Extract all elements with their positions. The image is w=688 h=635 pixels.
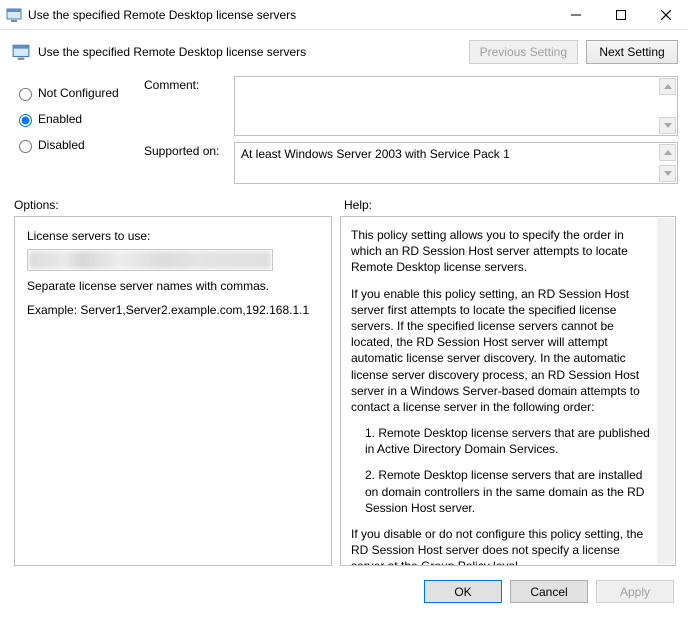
options-heading: Options: xyxy=(14,198,344,212)
previous-setting-button: Previous Setting xyxy=(469,40,578,64)
supported-scroll-down[interactable] xyxy=(659,165,676,182)
radio-enabled[interactable]: Enabled xyxy=(14,106,134,132)
help-li2: 2. Remote Desktop license servers that a… xyxy=(351,467,653,516)
radio-disabled-input[interactable] xyxy=(19,140,32,153)
section-labels: Options: Help: xyxy=(0,188,688,216)
titlebar: Use the specified Remote Desktop license… xyxy=(0,0,688,30)
radio-not-configured-input[interactable] xyxy=(19,88,32,101)
button-bar: OK Cancel Apply xyxy=(0,574,688,613)
help-heading: Help: xyxy=(344,198,676,212)
page-title: Use the specified Remote Desktop license… xyxy=(38,45,461,59)
help-p2: If you enable this policy setting, an RD… xyxy=(351,286,653,416)
comment-scroll-up[interactable] xyxy=(659,78,676,95)
settings-area: Not Configured Enabled Disabled Comment:… xyxy=(0,72,688,188)
close-button[interactable] xyxy=(643,0,688,29)
window-title: Use the specified Remote Desktop license… xyxy=(28,8,553,22)
fields-column: Comment: Supported on: At least Windows … xyxy=(144,76,678,184)
header-row: Use the specified Remote Desktop license… xyxy=(0,30,688,72)
license-servers-label: License servers to use: xyxy=(27,229,319,243)
panes: License servers to use: Separate license… xyxy=(0,216,688,574)
comment-row: Comment: xyxy=(144,76,678,136)
options-note-1: Separate license server names with comma… xyxy=(27,279,319,293)
radio-not-configured-label: Not Configured xyxy=(38,86,119,100)
ok-button[interactable]: OK xyxy=(424,580,502,603)
next-setting-button[interactable]: Next Setting xyxy=(586,40,678,64)
help-li1: 1. Remote Desktop license servers that a… xyxy=(351,425,653,457)
help-text: This policy setting allows you to specif… xyxy=(351,227,653,566)
options-note-2: Example: Server1,Server2.example.com,192… xyxy=(27,303,319,317)
radio-disabled-label: Disabled xyxy=(38,138,85,152)
radio-not-configured[interactable]: Not Configured xyxy=(14,80,134,106)
comment-textbox[interactable] xyxy=(234,76,678,136)
apply-button: Apply xyxy=(596,580,674,603)
help-p3: If you disable or do not configure this … xyxy=(351,526,653,566)
comment-scroll-down[interactable] xyxy=(659,117,676,134)
comment-value xyxy=(235,75,243,93)
cancel-button[interactable]: Cancel xyxy=(510,580,588,603)
comment-label: Comment: xyxy=(144,76,234,136)
license-servers-input[interactable] xyxy=(27,249,273,271)
minimize-button[interactable] xyxy=(553,0,598,29)
supported-scroll-up[interactable] xyxy=(659,144,676,161)
help-pane: This policy setting allows you to specif… xyxy=(340,216,676,566)
supported-label: Supported on: xyxy=(144,142,234,184)
radio-enabled-label: Enabled xyxy=(38,112,82,126)
supported-row: Supported on: At least Windows Server 20… xyxy=(144,142,678,184)
supported-value: At least Windows Server 2003 with Servic… xyxy=(241,147,510,161)
radio-enabled-input[interactable] xyxy=(19,114,32,127)
state-radio-group: Not Configured Enabled Disabled xyxy=(14,76,134,184)
policy-icon xyxy=(6,7,22,23)
help-p1: This policy setting allows you to specif… xyxy=(351,227,653,276)
supported-textbox: At least Windows Server 2003 with Servic… xyxy=(234,142,678,184)
help-scrollbar[interactable] xyxy=(657,218,674,564)
maximize-button[interactable] xyxy=(598,0,643,29)
policy-header-icon xyxy=(12,43,30,61)
radio-disabled[interactable]: Disabled xyxy=(14,132,134,158)
options-pane: License servers to use: Separate license… xyxy=(14,216,332,566)
